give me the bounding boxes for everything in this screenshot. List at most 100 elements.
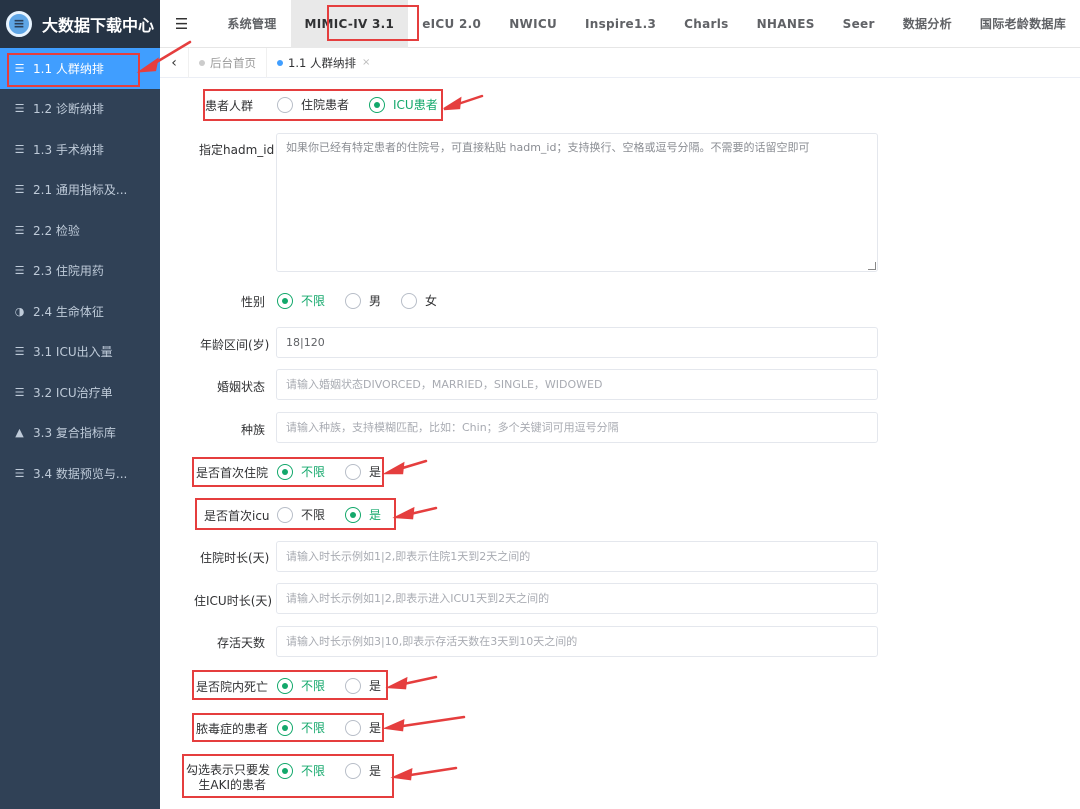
list-icon: ☰ [14,183,25,197]
radio-circle [277,719,293,736]
tag-population[interactable]: 1.1 人群纳排 × [266,47,380,78]
radio-sepsis-yes[interactable]: 是 [345,719,381,736]
sidebar-item-data-preview[interactable]: ☰ 3.4 数据预览与... [0,453,160,494]
flask-icon: ▲ [15,426,24,440]
radio-label: 不限 [301,465,326,479]
sidebar-item-label: 1.3 手术纳排 [33,142,104,157]
close-icon[interactable]: × [362,48,370,78]
radio-circle [345,677,362,694]
topnav-charls[interactable]: Charls [670,0,742,48]
radio-first-hosp-any[interactable]: 不限 [277,463,325,480]
radio-gender-any[interactable]: 不限 [277,292,325,309]
radio-label: 男 [369,294,382,308]
hosp-death-radio-group: 不限 是 [277,677,401,694]
radio-gender-female[interactable]: 女 [401,292,437,309]
sidebar-item-medication[interactable]: ☰ 2.3 住院用药 [0,251,160,292]
sepsis-radio-group: 不限 是 [277,719,401,736]
resize-handle-icon[interactable] [868,262,876,270]
list-icon: ☰ [14,102,25,116]
radio-circle [345,719,362,736]
sidebar-item-label: 1.2 诊断纳排 [33,102,104,117]
radio-sepsis-any[interactable]: 不限 [277,719,325,736]
list-icon: ☰ [14,142,25,156]
sidebar-item-general-indicators[interactable]: ☰ 2.1 通用指标及... [0,170,160,211]
sidebar-item-vitals[interactable]: ◑ 2.4 生命体征 [0,291,160,332]
radio-circle [345,463,362,480]
radio-hosp-death-any[interactable]: 不限 [277,677,325,694]
radio-label: 是 [369,679,382,693]
marital-input[interactable] [276,369,878,400]
survival-input[interactable] [276,626,878,657]
first-hosp-radio-group: 不限 是 [277,463,401,480]
sidebar-item-composite[interactable]: ▲ 3.3 复合指标库 [0,413,160,454]
topnav-inspire[interactable]: Inspire1.3 [571,0,670,48]
brand: ≡ 大数据下载中心 [0,0,160,48]
sidebar-item-label: 2.4 生命体征 [33,304,104,319]
radio-circle [277,292,293,309]
chevron-left-icon[interactable]: ‹ [160,55,188,71]
age-input[interactable] [276,327,878,358]
radio-circle [345,506,362,523]
sidebar: ≡ 大数据下载中心 ☰ 1.1 人群纳排 ☰ 1.2 诊断纳排 ☰ 1.3 手术纳排 … [0,0,160,809]
topnav-seer[interactable]: Seer [829,0,889,48]
logo-icon: ≡ [6,11,32,37]
sidebar-item-label: 1.1 人群纳排 [33,61,104,76]
sidebar-item-population[interactable]: ☰ 1.1 人群纳排 [0,48,160,89]
topnav-aging-db[interactable]: 国际老龄数据库 [966,0,1080,48]
radio-circle [345,292,362,309]
radio-label: 不限 [301,294,326,308]
radio-first-icu-yes[interactable]: 是 [345,506,381,523]
gender-label: 性别 [241,295,266,309]
radio-first-hosp-yes[interactable]: 是 [345,463,381,480]
topnav-analysis[interactable]: 数据分析 [889,0,966,48]
radio-circle [401,292,418,309]
gender-radio-group: 不限 男 女 [277,292,457,309]
radio-aki-yes[interactable]: 是 [345,762,381,779]
marital-label: 婚姻状态 [217,380,266,394]
tag-home[interactable]: 后台首页 [188,47,266,78]
hadm-textarea[interactable] [276,133,878,272]
list-icon: ☰ [14,61,25,75]
radio-aki-any[interactable]: 不限 [277,762,325,779]
radio-first-icu-any[interactable]: 不限 [277,506,325,523]
sidebar-item-label: 2.2 检验 [33,223,80,238]
radio-circle [277,677,293,694]
topnav-nwicu[interactable]: NWICU [495,0,571,48]
hamburger-icon[interactable]: ☰ [160,15,203,33]
hosp-death-label: 是否院内死亡 [196,680,269,694]
hosp-los-input[interactable] [276,541,878,572]
sidebar-item-diagnosis[interactable]: ☰ 1.2 诊断纳排 [0,89,160,130]
radio-gender-male[interactable]: 男 [345,292,381,309]
radio-hosp-death-yes[interactable]: 是 [345,677,381,694]
race-label: 种族 [241,423,266,437]
sidebar-item-lab[interactable]: ☰ 2.2 检验 [0,210,160,251]
radio-label: 住院患者 [301,98,350,112]
radio-label: 是 [369,764,382,778]
arrow-line [397,675,438,687]
topnav-nhanes[interactable]: NHANES [743,0,829,48]
sidebar-item-label: 3.2 ICU治疗单 [33,385,113,400]
sidebar-item-surgery[interactable]: ☰ 1.3 手术纳排 [0,129,160,170]
radio-circle [277,762,293,779]
icu-los-input[interactable] [276,583,878,614]
radio-circle [277,506,293,523]
list-icon: ☰ [14,385,25,399]
radio-inpatient[interactable]: 住院患者 [277,96,349,113]
sidebar-item-label: 3.1 ICU出入量 [33,345,113,360]
topnav-eicu[interactable]: eICU 2.0 [408,0,495,48]
race-input[interactable] [276,412,878,443]
arrow-line [402,766,458,778]
radio-circle [277,96,293,113]
aki-label-line1: 勾选表示只要发 [186,763,271,777]
radio-icu-patient[interactable]: ICU患者 [369,96,438,113]
radio-label: ICU患者 [393,98,438,112]
sidebar-item-label: 3.3 复合指标库 [33,426,116,441]
tag-label: 1.1 人群纳排 [288,55,356,70]
topnav-mimic[interactable]: MIMIC-IV 3.1 [290,0,409,48]
sidebar-item-icu-treatment[interactable]: ☰ 3.2 ICU治疗单 [0,372,160,413]
population-label: 患者人群 [205,99,254,113]
radio-label: 不限 [301,764,326,778]
topnav-system[interactable]: 系统管理 [213,0,290,48]
tags-bar: ‹ 后台首页 1.1 人群纳排 × [160,47,1080,78]
sidebar-item-icu-io[interactable]: ☰ 3.1 ICU出入量 [0,332,160,373]
